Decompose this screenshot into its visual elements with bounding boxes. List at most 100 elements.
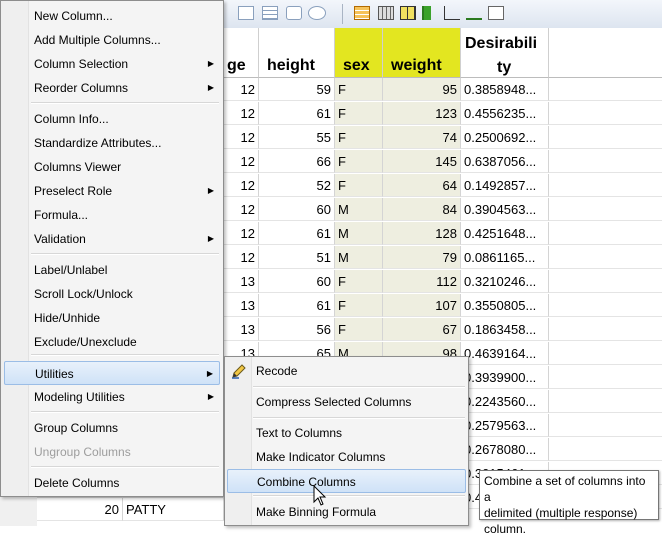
table-cell[interactable]: 12 [224,198,259,221]
fit-model-icon[interactable] [466,6,482,20]
lines-icon[interactable] [262,6,278,20]
calculator-icon[interactable] [378,6,394,20]
distribution-icon[interactable] [422,6,438,20]
table-cell[interactable]: 0.4251648... [461,222,549,245]
menu-item-column-selection[interactable]: Column Selection ▶ [4,52,220,76]
column-header-height[interactable]: height [259,28,335,78]
table-cell[interactable]: 61 [259,294,335,317]
table-cell[interactable]: 74 [383,126,461,149]
table-cell[interactable]: 52 [259,174,335,197]
table-cell[interactable]: 0.3904563... [461,198,549,221]
table-cell[interactable]: 67 [383,318,461,341]
menu-item-exclude-unexclude[interactable]: Exclude/Unexclude [4,330,220,354]
table-cell[interactable]: 0.2678080... [461,438,549,461]
submenu-item-recode[interactable]: Recode [227,359,466,383]
table-cell[interactable]: 61 [259,222,335,245]
menu-item-formula[interactable]: Formula... [4,203,220,227]
name-cell[interactable]: PATTY [123,498,224,521]
table-cell[interactable]: 12 [224,174,259,197]
submenu-item-compress-selected-columns[interactable]: Compress Selected Columns [227,390,466,414]
table-cell[interactable]: 56 [259,318,335,341]
table-cell[interactable]: F [335,174,383,197]
table-cell[interactable]: 0.3939900... [461,366,549,389]
menu-item-utilities[interactable]: Utilities ▶ [4,361,220,385]
submenu-item-make-indicator-columns[interactable]: Make Indicator Columns [227,445,466,469]
table-cell[interactable]: 13 [224,294,259,317]
table-cell[interactable]: 12 [224,246,259,269]
table-cell[interactable]: 0.4556235... [461,102,549,125]
table-cell[interactable]: M [335,222,383,245]
table-cell[interactable]: F [335,102,383,125]
table-cell[interactable]: F [335,78,383,101]
menu-item-column-info[interactable]: Column Info... [4,107,220,131]
table-cell[interactable]: 51 [259,246,335,269]
table-cell[interactable]: 55 [259,126,335,149]
table-cell[interactable]: 0.1492857... [461,174,549,197]
table-cell[interactable]: 112 [383,270,461,293]
submenu-item-combine-columns[interactable]: Combine Columns [227,469,466,493]
menu-item-new-column[interactable]: New Column... [4,4,220,28]
table-cell[interactable]: 95 [383,78,461,101]
table-cell[interactable]: 123 [383,102,461,125]
data-table-icon[interactable] [354,6,370,20]
table-cell[interactable]: F [335,150,383,173]
table-cell[interactable]: 0.3210246... [461,270,549,293]
table-cell[interactable]: 84 [383,198,461,221]
menu-item-delete-columns[interactable]: Delete Columns [4,471,220,495]
menu-item-group-columns[interactable]: Group Columns [4,416,220,440]
table-row[interactable]: 20 PATTY [37,497,224,527]
menu-item-hide-unhide[interactable]: Hide/Unhide [4,306,220,330]
polygon-icon[interactable] [286,6,302,20]
table-cell[interactable]: 79 [383,246,461,269]
menu-item-preselect-role[interactable]: Preselect Role ▶ [4,179,220,203]
column-header-weight[interactable]: weight [383,28,461,78]
menu-item-modeling-utilities[interactable]: Modeling Utilities ▶ [4,385,220,409]
table-cell[interactable]: 107 [383,294,461,317]
menu-item-scroll-lock-unlock[interactable]: Scroll Lock/Unlock [4,282,220,306]
table-cell[interactable]: F [335,270,383,293]
table-cell[interactable]: 0.4639164... [461,342,549,365]
column-header-sex[interactable]: sex [335,28,383,78]
ellipse-icon[interactable] [308,6,326,20]
table-cell[interactable]: M [335,246,383,269]
table-cell[interactable]: 128 [383,222,461,245]
table-cell[interactable]: 0.1863458... [461,318,549,341]
menu-item-validation[interactable]: Validation ▶ [4,227,220,251]
menu-item-standardize-attributes[interactable]: Standardize Attributes... [4,131,220,155]
fit-y-by-x-icon[interactable] [444,6,460,20]
text-box-icon[interactable] [238,6,254,20]
table-cell[interactable]: M [335,198,383,221]
menu-item-reorder-columns[interactable]: Reorder Columns ▶ [4,76,220,100]
table-cell[interactable]: 12 [224,150,259,173]
menu-item-add-multiple-columns[interactable]: Add Multiple Columns... [4,28,220,52]
table-cell[interactable]: F [335,318,383,341]
table-cell[interactable]: 66 [259,150,335,173]
submenu-item-text-to-columns[interactable]: Text to Columns [227,421,466,445]
table-cell[interactable]: 59 [259,78,335,101]
menu-item-label-unlabel[interactable]: Label/Unlabel [4,258,220,282]
table-cell[interactable]: F [335,294,383,317]
table-cell[interactable]: 0.2579563... [461,414,549,437]
menu-item-columns-viewer[interactable]: Columns Viewer [4,155,220,179]
table-cell[interactable]: 0.3550805... [461,294,549,317]
table-cell[interactable]: F [335,126,383,149]
table-cell[interactable]: 0.0861165... [461,246,549,269]
column-header-age[interactable]: ge [224,28,259,78]
table-cell[interactable]: 13 [224,318,259,341]
table-cell[interactable]: 60 [259,270,335,293]
table-cell[interactable]: 64 [383,174,461,197]
table-cell[interactable]: 13 [224,270,259,293]
column-header-desirability[interactable]: Desirabili ty [461,28,549,78]
table-cell[interactable]: 12 [224,78,259,101]
script-icon[interactable] [488,6,504,20]
grid-icon[interactable] [400,6,416,20]
table-cell[interactable]: 0.3858948... [461,78,549,101]
table-cell[interactable]: 12 [224,102,259,125]
table-cell[interactable]: 0.2243560... [461,390,549,413]
table-cell[interactable]: 12 [224,126,259,149]
table-cell[interactable]: 0.2500692... [461,126,549,149]
submenu-item-make-binning-formula[interactable]: Make Binning Formula [227,500,466,524]
table-cell[interactable]: 12 [224,222,259,245]
table-cell[interactable]: 60 [259,198,335,221]
table-cell[interactable]: 145 [383,150,461,173]
